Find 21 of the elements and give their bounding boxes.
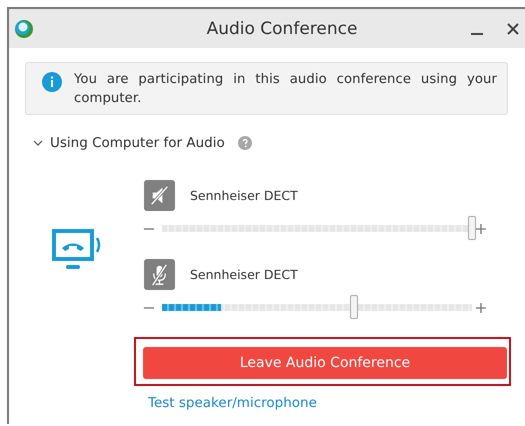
window-title: Audio Conference	[206, 18, 358, 38]
volume-slider[interactable]	[162, 295, 472, 319]
info-icon	[42, 72, 62, 92]
speaker-muted-icon[interactable]	[144, 180, 175, 211]
info-text: You are participating in this audio conference using your computer.	[74, 71, 497, 108]
help-icon[interactable]	[238, 136, 252, 150]
chevron-icon[interactable]	[33, 138, 43, 148]
leave-conference-button[interactable]: Leave Audio Conference	[143, 347, 507, 379]
volume-down-button[interactable]: −	[140, 298, 158, 316]
volume-up-button[interactable]: +	[472, 218, 490, 238]
test-speaker-link[interactable]: Test speaker/microphone	[148, 395, 511, 411]
device-name: Sennheiser DECT	[190, 188, 298, 203]
volume-slider-thumb[interactable]	[468, 216, 476, 240]
app-logo-icon	[14, 18, 34, 38]
section-title[interactable]: Using Computer for Audio	[50, 135, 225, 151]
device-name: Sennheiser DECT	[190, 267, 298, 282]
volume-down-button[interactable]: −	[140, 218, 158, 238]
volume-up-button[interactable]: +	[472, 298, 490, 316]
microphone-muted-icon[interactable]	[144, 259, 175, 290]
volume-slider-thumb[interactable]	[350, 295, 358, 319]
close-icon[interactable]	[506, 22, 520, 36]
